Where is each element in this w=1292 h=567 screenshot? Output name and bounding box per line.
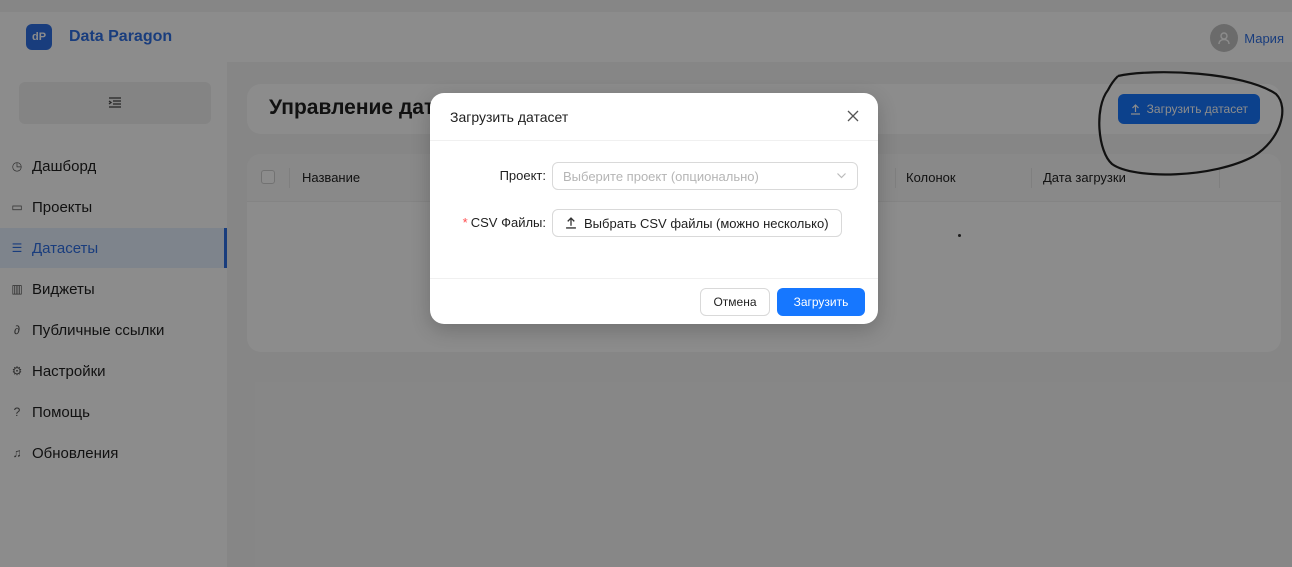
modal-header-divider — [430, 140, 878, 141]
csv-label-text: CSV Файлы: — [470, 215, 546, 230]
upload-dataset-modal: Загрузить датасет Проект: Выберите проек… — [430, 93, 878, 324]
project-field-label: Проект: — [499, 168, 546, 183]
project-select[interactable]: Выберите проект (опционально) — [552, 162, 858, 190]
cancel-button[interactable]: Отмена — [700, 288, 770, 316]
modal-footer-divider — [430, 278, 878, 279]
submit-upload-button[interactable]: Загрузить — [777, 288, 865, 316]
chevron-down-icon — [837, 173, 846, 179]
choose-csv-files-button[interactable]: Выбрать CSV файлы (можно несколько) — [552, 209, 842, 237]
upload-icon — [566, 217, 576, 229]
modal-title: Загрузить датасет — [450, 109, 569, 125]
choose-csv-files-label: Выбрать CSV файлы (можно несколько) — [584, 215, 829, 231]
csv-field-label: * CSV Файлы: — [430, 215, 546, 230]
close-icon[interactable] — [844, 107, 862, 125]
required-mark: * — [462, 215, 468, 230]
annotation-circle — [1098, 71, 1284, 176]
project-select-placeholder: Выберите проект (опционально) — [563, 168, 759, 184]
